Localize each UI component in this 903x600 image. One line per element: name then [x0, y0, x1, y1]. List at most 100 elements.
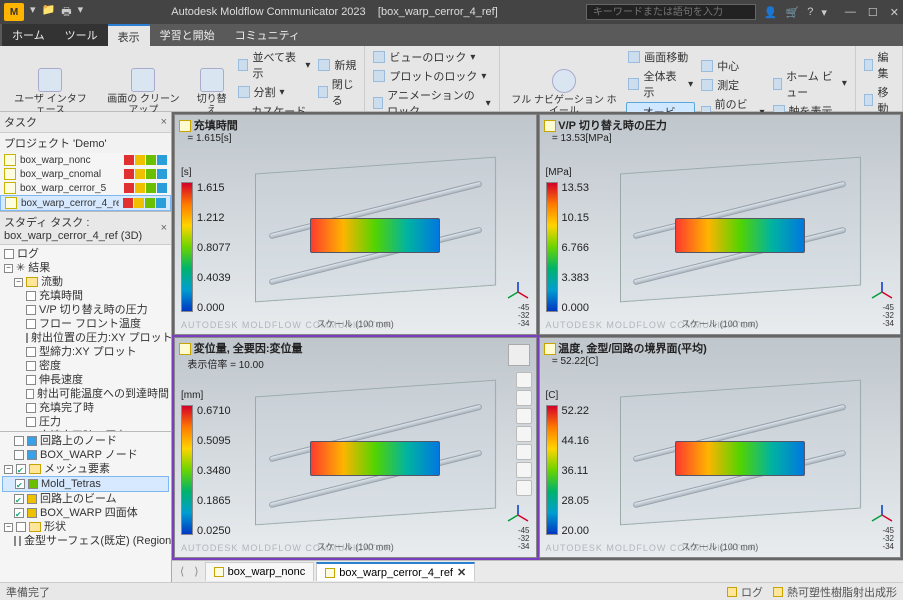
tab-scroll-left-icon[interactable]: ⟨ — [176, 565, 188, 578]
cart-icon[interactable]: 🛒 — [786, 6, 800, 19]
work-area: タスク × プロジェクト 'Demo' box_warp_noncbox_war… — [0, 112, 903, 582]
viewcube-icon[interactable] — [508, 344, 530, 366]
project-item[interactable]: box_warp_cerror_4_ref — [0, 195, 171, 211]
model-view[interactable] — [610, 155, 871, 304]
study-panel-close-icon[interactable]: × — [161, 222, 167, 234]
viewport[interactable]: 温度, 金型/回路の境界面(平均) = 52.22[C] [C] 52.2244… — [539, 337, 902, 558]
tree-flow[interactable]: −流動 — [2, 275, 169, 289]
result-item[interactable]: 型締力:XY プロット — [2, 345, 169, 359]
qat-print-icon[interactable]: 🖶 — [61, 3, 71, 22]
close-icon[interactable]: ✕ — [890, 6, 899, 19]
tree-log[interactable]: ログ — [2, 247, 169, 261]
qat-open-icon[interactable]: 📁 — [42, 3, 56, 22]
result-item[interactable]: 密度 — [2, 359, 169, 373]
layer-checkbox[interactable] — [14, 494, 24, 504]
layer-item[interactable]: 金型サーフェス(既定) (Regions — [2, 534, 169, 548]
viewport-tool-icon[interactable] — [516, 426, 532, 442]
model-view[interactable] — [245, 378, 506, 527]
signin-icon[interactable]: 👤 — [764, 6, 778, 19]
left-panel: タスク × プロジェクト 'Demo' box_warp_noncbox_war… — [0, 112, 172, 582]
split-button[interactable]: 分割 ▾ — [236, 83, 313, 101]
search-input[interactable] — [586, 4, 756, 20]
project-item[interactable]: box_warp_cnomal — [0, 167, 171, 181]
model-view[interactable] — [245, 155, 506, 304]
result-item[interactable]: フロー フロント温度 — [2, 317, 169, 331]
layer-checkbox[interactable] — [15, 479, 25, 489]
window-title: Autodesk Moldflow Communicator 2023 [box… — [83, 6, 586, 18]
project-panel: プロジェクト 'Demo' box_warp_noncbox_warp_cnom… — [0, 133, 171, 212]
viewport[interactable]: 充填時間 = 1.615[s] [s] 1.6151.2120.80770.40… — [174, 114, 537, 335]
layer-group-shape[interactable]: −形状 — [2, 520, 169, 534]
viewport-tool-icon[interactable] — [516, 480, 532, 496]
layer-checkbox[interactable] — [14, 536, 16, 546]
result-item[interactable]: 射出可能温度への到達時間 — [2, 387, 169, 401]
tab-view[interactable]: 表示 — [108, 24, 150, 46]
viewport-tool-icon[interactable] — [516, 444, 532, 460]
layer-checkbox[interactable] — [14, 436, 24, 446]
qat-save-icon[interactable]: ▾ — [30, 3, 36, 22]
status-process[interactable]: 熱可塑性樹脂射出成形 — [773, 584, 897, 600]
layer-checkbox[interactable] — [14, 508, 24, 518]
viewport-tool-icon[interactable] — [516, 372, 532, 388]
color-legend: [MPa] 13.5310.156.7663.3830.000 — [546, 167, 582, 314]
color-legend: [mm] 0.67100.50950.34800.18650.0250 — [181, 390, 217, 537]
project-item[interactable]: box_warp_nonc — [0, 153, 171, 167]
doc-tab-label: box_warp_nonc — [228, 566, 306, 578]
log-icon — [727, 587, 737, 597]
task-panel-pin-icon[interactable]: × — [161, 116, 167, 128]
layer-item[interactable]: BOX_WARP 四面体 — [2, 506, 169, 520]
document-tab[interactable]: box_warp_nonc — [205, 562, 315, 581]
result-item[interactable]: 射出位置の圧力:XY プロット — [2, 331, 169, 345]
lock-view-button[interactable]: ビューのロック ▾ — [371, 48, 492, 66]
layer-item[interactable]: 回路上のノード — [2, 434, 169, 448]
viewport-tool-icon[interactable] — [516, 408, 532, 424]
document-tab[interactable]: box_warp_cerror_4_ref✕ — [316, 562, 475, 581]
layer-item[interactable]: Mold_Tetras — [2, 476, 169, 492]
dropdown-icon[interactable]: ▾ — [821, 6, 827, 19]
center-button[interactable]: 中心 — [699, 57, 766, 75]
help-icon[interactable]: ? — [807, 6, 813, 19]
switch-button[interactable]: 切り替え — [192, 66, 232, 118]
edit-section-button[interactable]: 編集 — [862, 48, 896, 82]
pan-button[interactable]: 画面移動 — [626, 48, 695, 66]
tab-close-icon[interactable]: ✕ — [457, 566, 466, 579]
tile-button[interactable]: 並べて表示 ▾ — [236, 48, 313, 82]
screen-cleanup-button[interactable]: 画面の クリーンアップ — [99, 66, 188, 118]
user-interface-button[interactable]: ユーザ インタフェース — [6, 66, 95, 118]
fit-button[interactable]: 全体表示 ▾ — [626, 67, 695, 101]
tree-results[interactable]: −✳結果 — [2, 261, 169, 275]
new-button[interactable]: 新規 — [316, 56, 358, 74]
layer-color-icon — [27, 436, 37, 446]
lock-plot-button[interactable]: プロットのロック ▾ — [371, 67, 492, 85]
project-item-name: box_warp_cerror_5 — [20, 183, 120, 194]
tab-learn[interactable]: 学習と開始 — [150, 24, 225, 46]
result-item[interactable]: 充填完了時 — [2, 401, 169, 415]
result-item[interactable]: 充填時間 — [2, 289, 169, 303]
viewport-tool-icon[interactable] — [516, 390, 532, 406]
tab-scroll-right-icon[interactable]: ⟩ — [190, 565, 202, 578]
result-icon — [179, 343, 191, 355]
tab-tool[interactable]: ツール — [55, 24, 108, 46]
close-view-button[interactable]: 閉じる — [316, 75, 358, 109]
viewport-tool-icon[interactable] — [516, 462, 532, 478]
tab-home[interactable]: ホーム — [2, 24, 55, 46]
tab-community[interactable]: コミュニティ — [225, 24, 310, 46]
minimize-icon[interactable]: — — [845, 6, 856, 19]
study-tree: ログ −✳結果 −流動 充填時間V/P 切り替え時の圧力フロー フロント温度射出… — [0, 245, 171, 432]
result-item[interactable]: 圧力 — [2, 415, 169, 429]
layer-item[interactable]: BOX_WARP ノード — [2, 448, 169, 462]
layer-group-mesh[interactable]: −メッシュ要素 — [2, 462, 169, 476]
status-log[interactable]: ログ — [727, 584, 763, 600]
measure-button[interactable]: 測定 — [699, 76, 766, 94]
layer-checkbox[interactable] — [14, 450, 24, 460]
maximize-icon[interactable]: ☐ — [868, 6, 878, 19]
result-item[interactable]: 伸長速度 — [2, 373, 169, 387]
layer-label: Mold_Tetras — [41, 477, 101, 491]
viewport[interactable]: V/P 切り替え時の圧力 = 13.53[MPa] [MPa] 13.5310.… — [539, 114, 902, 335]
result-item[interactable]: V/P 切り替え時の圧力 — [2, 303, 169, 317]
project-item[interactable]: box_warp_cerror_5 — [0, 181, 171, 195]
viewport[interactable]: 変位量, 全要因:変位量 表示倍率 = 10.00 [mm] 0.67100.5… — [174, 337, 537, 558]
home-view-button[interactable]: ホーム ビュー ▾ — [771, 67, 849, 101]
model-view[interactable] — [610, 378, 871, 527]
layer-item[interactable]: 回路上のビーム — [2, 492, 169, 506]
